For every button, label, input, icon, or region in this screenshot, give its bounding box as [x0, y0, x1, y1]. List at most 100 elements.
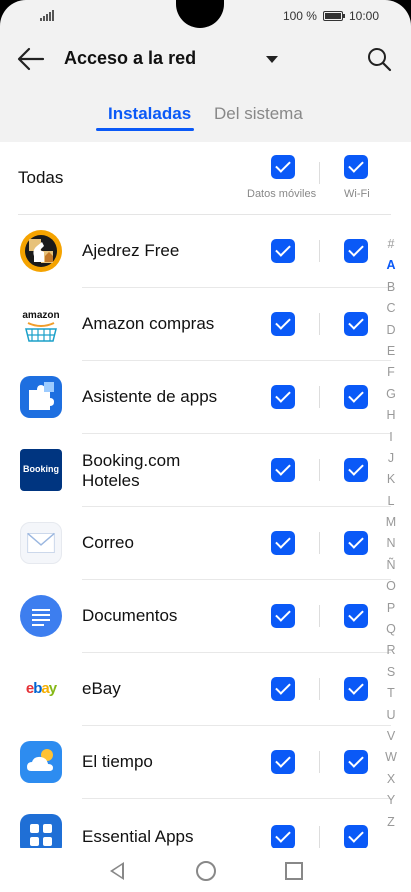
index-letter[interactable]: N [381, 533, 401, 554]
tab-bar: Instaladas Del sistema [0, 100, 411, 136]
wifi-checkbox[interactable] [344, 385, 368, 409]
mobile-data-checkbox[interactable] [271, 531, 295, 555]
app-row-el-tiempo: El tiempo [0, 726, 411, 799]
index-letter[interactable]: Ñ [381, 555, 401, 576]
puzzle-app-icon [20, 376, 62, 418]
index-letter[interactable]: G [381, 384, 401, 405]
app-name-line: Booking.com [82, 451, 181, 470]
mobile-data-checkbox[interactable] [271, 825, 295, 849]
mobile-data-checkbox[interactable] [271, 312, 295, 336]
app-name: Essential Apps [82, 827, 194, 846]
documents-app-icon [20, 595, 62, 637]
index-letter[interactable]: I [381, 427, 401, 448]
app-row-correo: Correo [0, 507, 411, 580]
app-row-asistente: Asistente de apps [0, 361, 411, 434]
mobile-data-checkbox[interactable] [271, 677, 295, 701]
wifi-checkbox[interactable] [344, 531, 368, 555]
index-letter[interactable]: Y [381, 790, 401, 811]
tab-system[interactable]: Del sistema [214, 104, 303, 124]
mobile-data-checkbox[interactable] [271, 458, 295, 482]
battery-icon [322, 11, 345, 21]
app-name: Booking.com Hoteles [82, 451, 180, 491]
index-letter[interactable]: H [381, 405, 401, 426]
mail-app-icon [20, 522, 62, 564]
index-letter[interactable]: M [381, 512, 401, 533]
index-letter[interactable]: O [381, 576, 401, 597]
nav-recents-icon[interactable] [285, 862, 303, 880]
index-letter[interactable]: F [381, 362, 401, 383]
mobile-data-column-label: Datos móviles [247, 188, 317, 200]
signal-icon [40, 10, 54, 21]
mobile-data-checkbox[interactable] [271, 750, 295, 774]
app-name: Ajedrez Free [82, 241, 180, 260]
wifi-checkbox[interactable] [344, 239, 368, 263]
alphabet-index[interactable]: # A B C D E F G H I J K L M N Ñ O P Q R S T U V W X Y Z [381, 234, 401, 833]
clock: 10:00 [348, 9, 379, 23]
all-wifi-checkbox[interactable] [344, 155, 368, 179]
column-divider [319, 751, 320, 773]
app-list-panel: Todas Datos móviles Wi-Fi Ajedrez Free a… [0, 142, 411, 856]
index-letter[interactable]: K [381, 469, 401, 490]
booking-logo-text: Booking [23, 464, 59, 474]
column-divider [319, 386, 320, 408]
index-letter[interactable]: V [381, 726, 401, 747]
column-divider [319, 240, 320, 262]
index-letter[interactable]: S [381, 662, 401, 683]
ebay-app-icon: ebay [20, 668, 62, 710]
index-letter[interactable]: L [381, 491, 401, 512]
all-mobile-data-checkbox[interactable] [271, 155, 295, 179]
column-divider [319, 162, 320, 184]
column-divider [319, 532, 320, 554]
column-divider [319, 678, 320, 700]
app-row-ebay: ebay eBay [0, 653, 411, 726]
wifi-checkbox[interactable] [344, 677, 368, 701]
wifi-checkbox[interactable] [344, 312, 368, 336]
wifi-checkbox[interactable] [344, 604, 368, 628]
tab-installed[interactable]: Instaladas [108, 104, 191, 124]
column-divider [319, 313, 320, 335]
nav-back-icon[interactable] [110, 862, 124, 880]
booking-app-icon: Booking [20, 449, 62, 491]
index-letter[interactable]: J [381, 448, 401, 469]
battery-percent: 100 % [282, 9, 317, 23]
app-name: Asistente de apps [82, 387, 218, 406]
app-name-line: Hoteles [82, 471, 140, 490]
index-letter[interactable]: E [381, 341, 401, 362]
page-title: Acceso a la red [64, 48, 197, 68]
wifi-checkbox[interactable] [344, 458, 368, 482]
wifi-checkbox[interactable] [344, 750, 368, 774]
app-row-ajedrez: Ajedrez Free [0, 215, 411, 288]
index-letter[interactable]: X [381, 769, 401, 790]
index-letter[interactable]: B [381, 277, 401, 298]
index-letter[interactable]: Q [381, 619, 401, 640]
column-divider [319, 826, 320, 848]
dropdown-caret-icon[interactable] [266, 56, 278, 63]
wifi-checkbox[interactable] [344, 825, 368, 849]
search-icon[interactable] [366, 46, 392, 72]
chess-app-icon [20, 230, 62, 272]
mobile-data-checkbox[interactable] [271, 604, 295, 628]
phone-screen: 100 % 10:00 Acceso a la red Instaladas D… [0, 0, 411, 892]
index-letter[interactable]: W [381, 747, 401, 768]
index-letter[interactable]: U [381, 705, 401, 726]
back-arrow-icon[interactable] [16, 46, 46, 72]
amazon-app-icon: amazon [20, 303, 62, 345]
index-letter[interactable]: P [381, 598, 401, 619]
app-name: Correo [82, 533, 134, 552]
index-letter[interactable]: # [381, 234, 401, 255]
index-letter[interactable]: R [381, 640, 401, 661]
index-letter[interactable]: D [381, 320, 401, 341]
index-letter[interactable]: A [381, 255, 401, 276]
index-letter[interactable]: Z [381, 812, 401, 833]
index-letter[interactable]: T [381, 683, 401, 704]
amazon-logo-text: amazon [22, 310, 60, 321]
status-bar: 100 % 10:00 [0, 0, 411, 32]
weather-app-icon [20, 741, 62, 783]
mobile-data-checkbox[interactable] [271, 385, 295, 409]
index-letter[interactable]: C [381, 298, 401, 319]
mobile-data-checkbox[interactable] [271, 239, 295, 263]
wifi-column-label: Wi-Fi [344, 188, 370, 200]
app-bar: Acceso a la red [0, 38, 411, 80]
select-all-row: Todas Datos móviles Wi-Fi [0, 142, 411, 214]
nav-home-icon[interactable] [196, 861, 216, 881]
